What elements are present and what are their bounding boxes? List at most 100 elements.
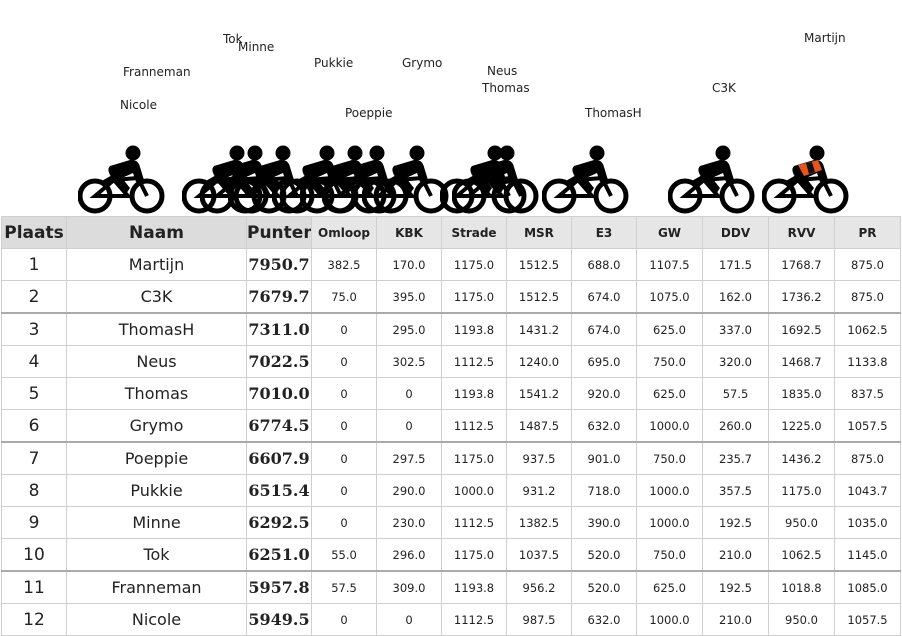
table-row: 11 Franneman 5957.8 57.5 309.0 1193.8 956.2 520…	[1, 570, 901, 604]
cell-gw: 625.0	[636, 312, 703, 346]
cell-omloop: 0	[311, 345, 377, 378]
cell-pr: 1085.0	[834, 570, 901, 604]
col-header-msr[interactable]: MSR	[506, 216, 572, 249]
cell-e3: 901.0	[571, 441, 637, 475]
cell-points: 7022.5	[246, 345, 312, 378]
cell-strade: 1000.0	[441, 474, 507, 507]
cell-place: 11	[1, 570, 67, 604]
cell-kbk: 297.5	[376, 441, 442, 475]
cell-name: Franneman	[66, 570, 247, 604]
cell-pr: 1057.5	[834, 409, 901, 443]
rider-label-neus: Neus	[487, 64, 518, 78]
cell-ddv: 162.0	[702, 280, 769, 314]
cell-ddv: 57.5	[702, 377, 769, 410]
cell-pr: 1035.0	[834, 506, 901, 539]
col-header-points[interactable]: Punten	[246, 216, 312, 249]
cyclist-icon	[668, 144, 756, 216]
cell-kbk: 395.0	[376, 280, 442, 314]
cell-e3: 718.0	[571, 474, 637, 507]
cell-kbk: 170.0	[376, 248, 442, 281]
cell-pr: 1145.0	[834, 538, 901, 572]
cell-rvv: 1768.7	[768, 248, 835, 281]
col-header-kbk[interactable]: KBK	[376, 216, 442, 249]
cell-ddv: 357.5	[702, 474, 769, 507]
cell-ddv: 320.0	[702, 345, 769, 378]
cell-gw: 625.0	[636, 377, 703, 410]
col-header-rvv[interactable]: RVV	[768, 216, 835, 249]
cell-place: 5	[1, 377, 67, 410]
rider-label-franneman: Franneman	[123, 65, 191, 79]
rider-label-minne: Minne	[238, 40, 275, 54]
table-row: 9 Minne 6292.5 0 230.0 1112.5 1382.5 390.0 1000.…	[1, 506, 901, 539]
cell-ddv: 192.5	[702, 506, 769, 539]
cell-gw: 1107.5	[636, 248, 703, 281]
cell-name: Minne	[66, 506, 247, 539]
cell-name: ThomasH	[66, 312, 247, 346]
col-header-omloop[interactable]: Omloop	[311, 216, 377, 249]
rider-label-poeppie: Poeppie	[345, 106, 393, 120]
cell-strade: 1175.0	[441, 248, 507, 281]
cell-rvv: 1692.5	[768, 312, 835, 346]
cell-omloop: 0	[311, 312, 377, 346]
col-header-name[interactable]: Naam	[66, 216, 247, 249]
cell-e3: 920.0	[571, 377, 637, 410]
cell-strade: 1193.8	[441, 570, 507, 604]
cell-ddv: 192.5	[702, 570, 769, 604]
cell-place: 3	[1, 312, 67, 346]
cell-pr: 875.0	[834, 248, 901, 281]
cell-msr: 956.2	[506, 570, 572, 604]
cell-strade: 1112.5	[441, 409, 507, 443]
cell-kbk: 0	[376, 409, 442, 443]
cell-points: 7950.7	[246, 248, 312, 281]
col-header-e3[interactable]: E3	[571, 216, 637, 249]
rider-label-martijn: Martijn	[804, 31, 846, 45]
cell-msr: 1037.5	[506, 538, 572, 572]
cell-pr: 1133.8	[834, 345, 901, 378]
col-header-ddv[interactable]: DDV	[702, 216, 769, 249]
cell-omloop: 0	[311, 377, 377, 410]
cell-name: Tok	[66, 538, 247, 572]
cell-gw: 750.0	[636, 441, 703, 475]
cell-name: Martijn	[66, 248, 247, 281]
cell-place: 9	[1, 506, 67, 539]
race-track: Tok Minne Franneman Nicole Pukkie Grymo …	[0, 0, 902, 216]
cell-place: 10	[1, 538, 67, 572]
cyclist-icon	[542, 144, 630, 216]
cell-strade: 1112.5	[441, 506, 507, 539]
cell-e3: 520.0	[571, 570, 637, 604]
cell-e3: 695.0	[571, 345, 637, 378]
cell-name: Pukkie	[66, 474, 247, 507]
cell-gw: 1000.0	[636, 474, 703, 507]
cell-msr: 1541.2	[506, 377, 572, 410]
cell-msr: 931.2	[506, 474, 572, 507]
cell-place: 7	[1, 441, 67, 475]
cell-omloop: 0	[311, 441, 377, 475]
cell-points: 6515.4	[246, 474, 312, 507]
cell-strade: 1175.0	[441, 538, 507, 572]
cell-rvv: 1062.5	[768, 538, 835, 572]
col-header-pr[interactable]: PR	[834, 216, 901, 249]
rider-label-nicole: Nicole	[120, 98, 157, 112]
cell-place: 8	[1, 474, 67, 507]
cell-msr: 1512.5	[506, 248, 572, 281]
col-header-strade[interactable]: Strade	[441, 216, 507, 249]
cell-points: 6251.0	[246, 538, 312, 572]
cell-points: 6774.5	[246, 409, 312, 443]
cell-pr: 1043.7	[834, 474, 901, 507]
cell-pr: 1062.5	[834, 312, 901, 346]
cell-kbk: 309.0	[376, 570, 442, 604]
cell-name: C3K	[66, 280, 247, 314]
col-header-gw[interactable]: GW	[636, 216, 703, 249]
cell-gw: 625.0	[636, 570, 703, 604]
cell-msr: 1382.5	[506, 506, 572, 539]
cell-rvv: 1225.0	[768, 409, 835, 443]
cyclist-icon	[362, 144, 450, 216]
table-header-row: Plaats Naam Punten Omloop KBK Strade MSR…	[1, 216, 901, 249]
table-row: 10 Tok 6251.0 55.0 296.0 1175.0 1037.5 520.0 750…	[1, 538, 901, 572]
cell-msr: 1431.2	[506, 312, 572, 346]
cell-name: Neus	[66, 345, 247, 378]
cell-ddv: 260.0	[702, 409, 769, 443]
col-header-place[interactable]: Plaats	[1, 216, 67, 249]
cell-omloop: 57.5	[311, 570, 377, 604]
cell-name: Grymo	[66, 409, 247, 443]
